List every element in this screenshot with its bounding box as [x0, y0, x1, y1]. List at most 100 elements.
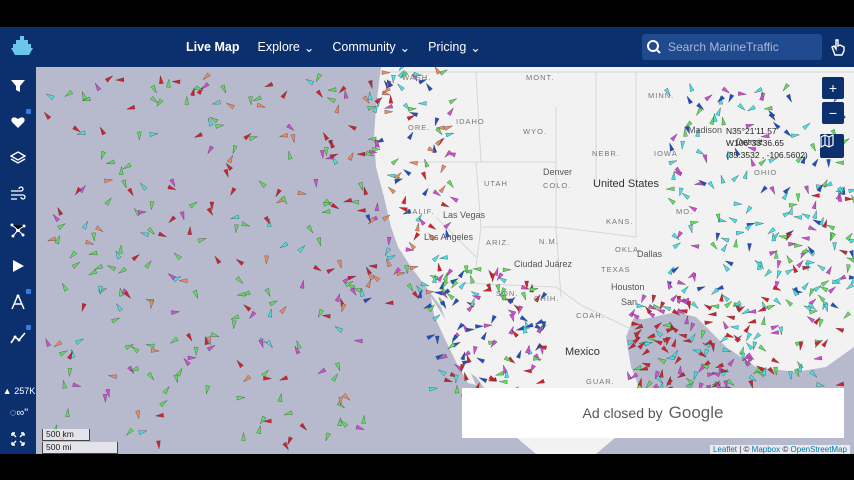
cargo-vessel-marker[interactable] [130, 345, 140, 354]
pleasure-vessel-marker[interactable] [248, 310, 257, 320]
tug-vessel-marker[interactable] [140, 231, 149, 238]
cargo-vessel-marker[interactable] [117, 267, 127, 275]
cargo-vessel-marker[interactable] [144, 260, 153, 269]
tanker-vessel-marker[interactable] [213, 255, 222, 265]
fishing-vessel-marker[interactable] [225, 102, 235, 110]
fishing-vessel-marker[interactable] [365, 279, 373, 288]
fishing-vessel-marker[interactable] [279, 305, 288, 314]
fishing-vessel-marker[interactable] [202, 72, 211, 81]
tanker-vessel-marker[interactable] [72, 125, 82, 134]
tanker-vessel-marker[interactable] [313, 264, 322, 272]
fishing-vessel-marker[interactable] [290, 134, 296, 143]
cargo-vessel-marker[interactable] [111, 316, 120, 324]
pleasure-vessel-marker[interactable] [343, 90, 349, 99]
tug-vessel-marker[interactable] [368, 91, 373, 101]
pleasure-vessel-marker[interactable] [206, 145, 214, 155]
cargo-vessel-marker[interactable] [324, 432, 331, 442]
fishing-vessel-marker[interactable] [47, 236, 57, 243]
tanker-vessel-marker[interactable] [279, 375, 289, 383]
cargo-vessel-marker[interactable] [264, 288, 272, 297]
tanker-vessel-marker[interactable] [167, 215, 177, 224]
tug-vessel-marker[interactable] [230, 214, 240, 221]
cargo-vessel-marker[interactable] [119, 166, 124, 175]
cargo-vessel-marker[interactable] [150, 84, 158, 94]
cargo-vessel-marker[interactable] [137, 131, 142, 140]
tanker-vessel-marker[interactable] [126, 104, 136, 111]
tug-vessel-marker[interactable] [212, 99, 221, 106]
tug-vessel-marker[interactable] [77, 130, 86, 137]
layers-button[interactable] [0, 142, 36, 174]
cargo-vessel-marker[interactable] [215, 123, 225, 129]
cargo-vessel-marker[interactable] [248, 96, 253, 105]
fishing-vessel-marker[interactable] [108, 374, 117, 379]
tanker-vessel-marker[interactable] [242, 303, 252, 312]
tug-vessel-marker[interactable] [149, 132, 159, 137]
map-options-button[interactable] [820, 134, 844, 158]
tanker-vessel-marker[interactable] [347, 274, 357, 281]
tanker-vessel-marker[interactable] [385, 300, 394, 306]
network-button[interactable] [0, 214, 36, 246]
pleasure-vessel-marker[interactable] [317, 367, 327, 376]
fishing-vessel-marker[interactable] [242, 374, 252, 383]
fishing-vessel-marker[interactable] [150, 348, 160, 353]
tanker-vessel-marker[interactable] [235, 258, 245, 266]
favorites-button[interactable] [0, 106, 36, 138]
tug-vessel-marker[interactable] [279, 241, 289, 250]
cargo-vessel-marker[interactable] [358, 182, 364, 191]
tanker-vessel-marker[interactable] [835, 381, 845, 387]
fishing-vessel-marker[interactable] [135, 410, 141, 419]
cargo-vessel-marker[interactable] [327, 87, 337, 93]
fishing-vessel-marker[interactable] [53, 340, 63, 349]
cargo-vessel-marker[interactable] [162, 385, 171, 395]
osm-link[interactable]: OpenStreetMap [791, 445, 847, 454]
tanker-vessel-marker[interactable] [155, 413, 164, 418]
tanker-vessel-marker[interactable] [444, 377, 453, 384]
cargo-vessel-marker[interactable] [404, 265, 409, 274]
cargo-vessel-marker[interactable] [256, 425, 263, 434]
nav-live-map[interactable]: Live Map [186, 40, 240, 54]
tug-vessel-marker[interactable] [139, 182, 148, 191]
pointer-hand-icon[interactable] [826, 35, 850, 59]
tanker-vessel-marker[interactable] [224, 162, 233, 171]
cargo-vessel-marker[interactable] [204, 385, 211, 395]
cargo-vessel-marker[interactable] [336, 401, 346, 409]
cargo-vessel-marker[interactable] [231, 145, 238, 154]
tanker-vessel-marker[interactable] [171, 79, 181, 85]
search-input[interactable] [664, 39, 815, 55]
fishing-vessel-marker[interactable] [256, 102, 266, 109]
cargo-vessel-marker[interactable] [65, 408, 70, 417]
cargo-vessel-marker[interactable] [118, 245, 123, 254]
cargo-vessel-marker[interactable] [277, 393, 283, 402]
tug-vessel-marker[interactable] [454, 374, 459, 384]
fishing-vessel-marker[interactable] [85, 239, 94, 246]
cargo-vessel-marker[interactable] [350, 199, 360, 205]
cargo-vessel-marker[interactable] [173, 374, 180, 384]
fishing-vessel-marker[interactable] [179, 278, 188, 283]
cargo-vessel-marker[interactable] [321, 209, 331, 214]
cargo-vessel-marker[interactable] [284, 410, 293, 417]
cargo-vessel-marker[interactable] [258, 179, 267, 189]
tanker-vessel-marker[interactable] [156, 440, 161, 449]
cargo-vessel-marker[interactable] [61, 380, 67, 389]
tanker-vessel-marker[interactable] [186, 332, 193, 342]
cargo-vessel-marker[interactable] [241, 221, 251, 228]
cargo-vessel-marker[interactable] [234, 224, 239, 233]
cargo-vessel-marker[interactable] [314, 73, 322, 83]
fishing-vessel-marker[interactable] [342, 393, 352, 401]
cargo-vessel-marker[interactable] [147, 371, 155, 381]
tanker-vessel-marker[interactable] [365, 266, 373, 276]
cargo-vessel-marker[interactable] [159, 399, 169, 408]
tug-vessel-marker[interactable] [334, 325, 343, 333]
cargo-vessel-marker[interactable] [99, 151, 106, 160]
tanker-vessel-marker[interactable] [330, 202, 340, 210]
cargo-vessel-marker[interactable] [64, 90, 73, 98]
tanker-vessel-marker[interactable] [80, 303, 87, 312]
cargo-vessel-marker[interactable] [259, 415, 267, 425]
nav-explore[interactable]: Explore ⌄ [258, 40, 315, 55]
cargo-vessel-marker[interactable] [253, 95, 262, 103]
tug-vessel-marker[interactable] [383, 247, 392, 257]
pleasure-vessel-marker[interactable] [137, 210, 147, 215]
cargo-vessel-marker[interactable] [327, 96, 336, 104]
fishing-vessel-marker[interactable] [347, 152, 355, 161]
cargo-vessel-marker[interactable] [406, 283, 415, 292]
